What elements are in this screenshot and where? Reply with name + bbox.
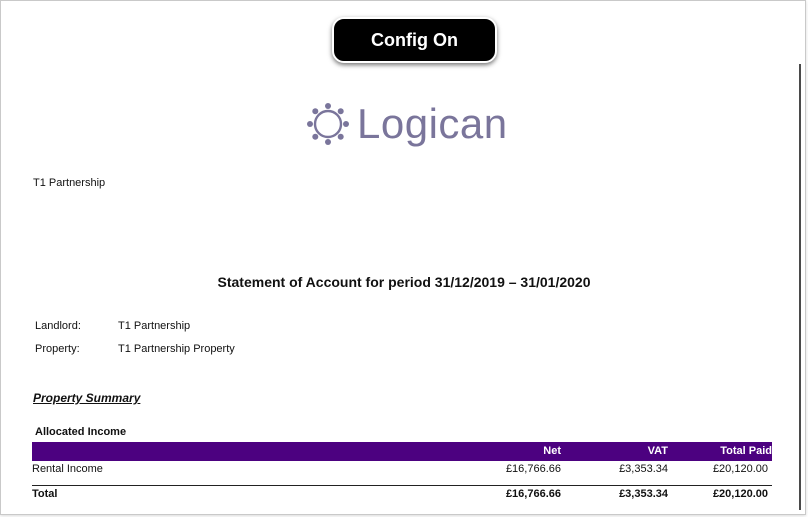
property-summary-heading: Property Summary <box>33 391 141 405</box>
landlord-label: Landlord: <box>35 320 81 332</box>
landlord-row: Landlord: T1 Partnership <box>35 320 190 332</box>
logo: Logican <box>305 96 508 152</box>
row-label: Rental Income <box>32 463 103 475</box>
addressee: T1 Partnership <box>33 177 106 189</box>
row-vat: £3,353.34 <box>619 463 668 475</box>
column-header-vat: VAT <box>647 445 668 457</box>
row-net: £16,766.66 <box>505 463 561 475</box>
total-net: £16,766.66 <box>505 488 561 500</box>
total-vat: £3,353.34 <box>619 488 668 500</box>
total-label: Total <box>32 488 58 500</box>
column-header-total-paid: Total Paid <box>720 445 772 457</box>
table-header: Net VAT Total Paid <box>32 442 772 461</box>
logo-text: Logican <box>357 100 508 147</box>
config-on-badge[interactable]: Config On <box>332 17 497 63</box>
property-row: Property: T1 Partnership Property <box>35 343 235 355</box>
total-divider <box>32 485 772 486</box>
allocated-income-heading: Allocated Income <box>35 426 127 438</box>
column-header-net: Net <box>543 445 561 457</box>
gear-icon <box>307 103 349 145</box>
total-paid: £20,120.00 <box>712 488 768 500</box>
property-value: T1 Partnership Property <box>118 343 235 355</box>
property-label: Property: <box>35 343 80 355</box>
row-total-paid: £20,120.00 <box>712 463 768 475</box>
statement-title: Statement of Account for period 31/12/20… <box>217 274 591 290</box>
landlord-value: T1 Partnership <box>118 320 191 332</box>
total-row: Total £16,766.66 £3,353.34 £20,120.00 <box>32 488 772 506</box>
table-row: Rental Income £16,766.66 £3,353.34 £20,1… <box>32 463 772 481</box>
